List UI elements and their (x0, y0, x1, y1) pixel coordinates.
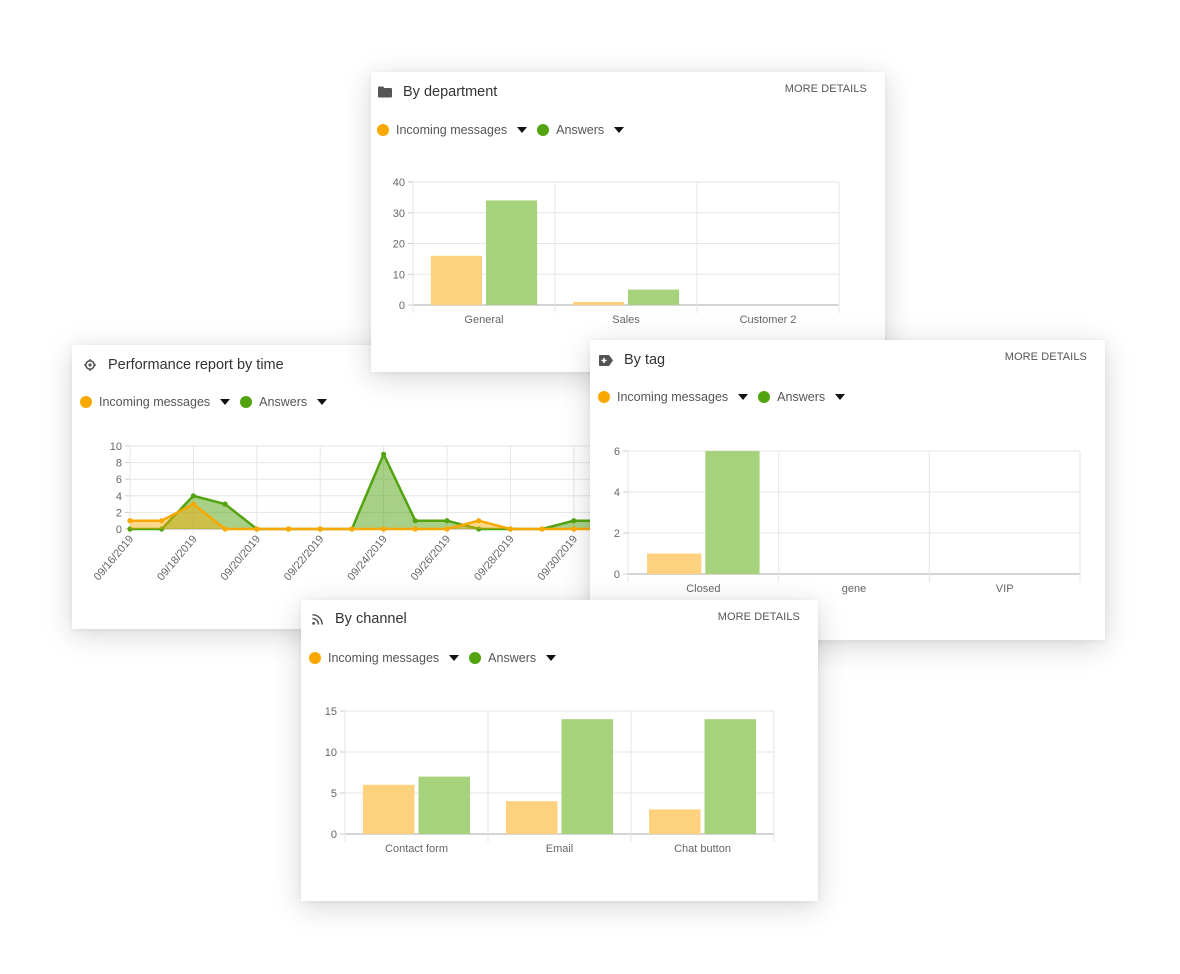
y-tick-label: 15 (325, 706, 337, 718)
y-tick-label: 6 (116, 474, 122, 486)
x-tick-label: 09/28/2019 (472, 533, 517, 583)
y-tick-label: 40 (393, 177, 405, 189)
x-tick-label: Closed (686, 583, 720, 595)
incoming-point (127, 518, 133, 524)
incoming-point (285, 526, 292, 532)
answers-point (571, 518, 577, 524)
y-tick-label: 6 (614, 446, 620, 458)
y-tick-label: 2 (614, 528, 620, 540)
answers-bar (486, 200, 538, 305)
answers-bar (704, 719, 756, 834)
x-tick-label: Chat button (674, 843, 731, 855)
y-tick-label: 10 (393, 269, 405, 281)
y-tick-label: 5 (331, 788, 337, 800)
y-tick-label: 8 (116, 458, 122, 470)
y-tick-label: 0 (399, 300, 405, 312)
y-tick-label: 0 (614, 569, 620, 581)
incoming-bar (506, 801, 558, 834)
y-tick-label: 10 (110, 441, 122, 453)
x-tick-label: Email (546, 843, 574, 855)
incoming-bar (363, 784, 415, 834)
incoming-bar (430, 255, 482, 305)
y-tick-label: 4 (614, 487, 620, 499)
answers-bar (705, 451, 760, 574)
answers-bar (418, 776, 470, 834)
incoming-point (254, 526, 260, 532)
answers-point (412, 518, 418, 524)
incoming-bar (647, 553, 702, 574)
x-tick-label: Sales (612, 314, 640, 326)
x-tick-label: General (464, 314, 503, 326)
x-tick-label: Customer 2 (740, 314, 797, 326)
y-tick-label: 0 (331, 829, 337, 841)
y-tick-label: 2 (116, 507, 122, 519)
x-tick-label: 09/18/2019 (155, 533, 200, 583)
y-tick-label: 10 (325, 747, 337, 759)
incoming-point (222, 526, 228, 532)
x-tick-label: 09/24/2019 (345, 533, 390, 583)
incoming-point (571, 526, 577, 532)
answers-point (190, 493, 196, 499)
x-tick-label: 09/30/2019 (536, 533, 581, 583)
x-tick-label: 09/16/2019 (92, 533, 137, 583)
answers-bar (561, 719, 613, 834)
x-tick-label: VIP (996, 583, 1014, 595)
incoming-point (476, 518, 482, 524)
x-tick-label: 09/26/2019 (409, 533, 454, 583)
tag-card: By tag MORE DETAILS Incoming messages An… (590, 340, 1105, 640)
incoming-point (507, 526, 513, 532)
answers-point (381, 451, 387, 457)
incoming-bar (649, 809, 701, 834)
y-tick-label: 4 (116, 491, 122, 503)
incoming-point (317, 526, 323, 532)
incoming-point (159, 518, 165, 524)
y-tick-label: 20 (393, 239, 405, 251)
incoming-point (412, 526, 418, 532)
incoming-point (349, 526, 355, 532)
incoming-point (190, 501, 196, 507)
tag-chart: 0 2 4 6 Closed gene VIP (614, 446, 1081, 595)
department-chart: 0 10 20 30 40 General Sales Customer 2 (393, 177, 840, 326)
incoming-point (381, 526, 387, 532)
x-tick-label: 09/22/2019 (282, 533, 327, 583)
incoming-point (539, 526, 545, 532)
answers-point (444, 518, 450, 524)
performance-card: Performance report by time Incoming mess… (72, 345, 592, 629)
performance-chart: 0 2 4 6 8 10 09/16/2019 09/18/2019 09/20/2019 09/… (92, 441, 592, 583)
incoming-bar (572, 301, 624, 305)
x-tick-label: gene (842, 583, 866, 595)
channel-chart: 0 5 10 15 Contact form Email Chat button (325, 706, 775, 855)
incoming-point (444, 526, 450, 532)
department-card: By department MORE DETAILS Incoming mess… (371, 72, 885, 372)
y-tick-label: 0 (116, 524, 122, 536)
answers-point (222, 501, 228, 507)
channel-card: By channel MORE DETAILS Incoming message… (301, 600, 818, 901)
answers-bar (628, 289, 680, 305)
y-tick-label: 30 (393, 208, 405, 220)
x-tick-label: Contact form (385, 843, 448, 855)
x-tick-label: 09/20/2019 (219, 533, 264, 583)
